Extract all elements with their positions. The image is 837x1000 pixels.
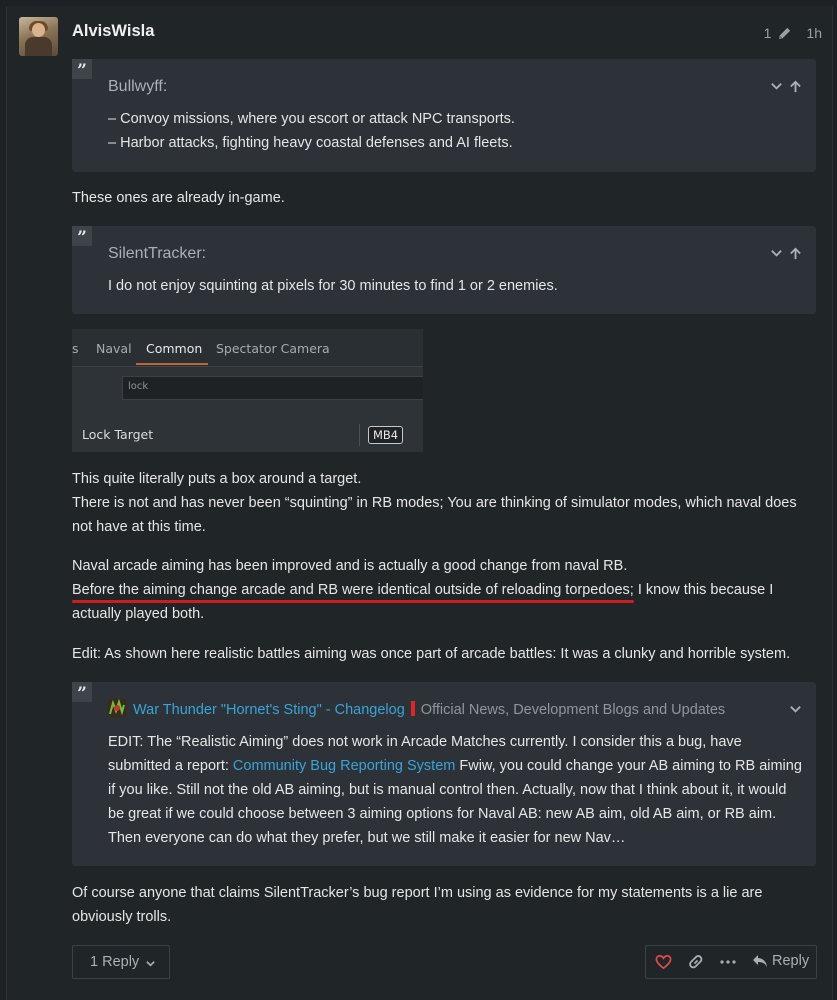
quote-line: be great if we could choose between 3 ai… — [108, 806, 777, 822]
category-badge — [410, 701, 415, 716]
show-replies-button[interactable]: 1 Reply — [72, 945, 170, 979]
link-icon[interactable] — [688, 954, 704, 970]
settings-search-field: lock — [122, 376, 423, 400]
quote-line: I do not enjoy squinting at pixels for 3… — [108, 278, 558, 294]
quote-line: if you like. Still not the old AB aiming… — [108, 782, 787, 798]
tab-spectator-camera: Spectator Camera — [216, 341, 330, 356]
reply-icon[interactable] — [752, 954, 768, 969]
embedded-screenshot[interactable]: s Naval Common Spectator Camera lock Loc… — [72, 329, 423, 452]
linked-topic-quote: ” War Thunder "Hornet's Sting" - Changel… — [72, 682, 816, 866]
quote-author[interactable]: SilentTracker: — [108, 245, 206, 263]
paragraph-line: Before the aiming change arcade and RB w… — [72, 582, 774, 598]
active-tab-indicator — [136, 363, 208, 365]
paragraph: Edit: As shown here realistic battles ai… — [72, 646, 791, 662]
quote-icon: ” — [72, 226, 92, 248]
heart-icon[interactable] — [655, 954, 672, 970]
post-age[interactable]: 1h — [806, 25, 822, 41]
post-actions: Reply — [645, 945, 817, 979]
edit-count[interactable]: 1 — [764, 25, 772, 41]
lock-target-label: Lock Target — [82, 427, 154, 442]
tab-common: Common — [146, 341, 203, 356]
paragraph-line: This quite literally puts a box around a… — [72, 471, 362, 487]
tab-naval: Naval — [96, 341, 132, 356]
topic-link[interactable]: War Thunder "Hornet's Sting" - Changelog — [133, 702, 405, 718]
more-icon[interactable] — [720, 960, 736, 964]
key-badge: MB4 — [368, 426, 404, 444]
paragraph-line: Naval arcade aiming has been improved an… — [72, 558, 628, 574]
quote-line: Then everyone can do what they prefer, b… — [108, 830, 626, 846]
chevron-down-icon[interactable] — [770, 247, 783, 260]
chevron-down-icon — [146, 961, 155, 967]
paragraph: These ones are already in-game. — [72, 190, 285, 206]
quote-author[interactable]: Bullwyff: — [108, 78, 167, 96]
quote-line: – Harbor attacks, fighting heavy coastal… — [108, 135, 513, 151]
quote-icon: ” — [72, 59, 92, 81]
category-name[interactable]: Official News, Development Blogs and Upd… — [421, 702, 725, 718]
arrow-up-icon[interactable] — [789, 80, 802, 93]
paragraph-line: not have at this time. — [72, 519, 206, 535]
paragraph-line: Of course anyone that claims SilentTrack… — [72, 885, 763, 901]
replies-label: 1 Reply — [90, 954, 140, 970]
paragraph-line: actually played both. — [72, 606, 205, 622]
user-avatar[interactable] — [19, 17, 58, 56]
arrow-up-icon[interactable] — [789, 247, 802, 260]
post-meta: 1 1h — [764, 25, 822, 41]
paragraph-line: obviously trolls. — [72, 909, 172, 925]
paragraph-line: There is not and has never been “squinti… — [72, 495, 797, 511]
bug-reporting-link[interactable]: Community Bug Reporting System — [233, 758, 455, 774]
pencil-icon[interactable] — [777, 26, 792, 41]
quote-bullwyff: ” Bullwyff: – Convoy missions, where you… — [72, 59, 816, 172]
quote-silenttracker: ” SilentTracker: I do not enjoy squintin… — [72, 226, 816, 314]
tab-partial: s — [72, 341, 79, 356]
username[interactable]: AlvisWisla — [72, 22, 154, 41]
quote-line: submitted a report: Community Bug Report… — [108, 758, 802, 774]
chevron-down-icon[interactable] — [789, 703, 802, 716]
reply-button[interactable]: Reply — [772, 953, 809, 969]
linked-topic-title[interactable]: War Thunder "Hornet's Sting" - Changelog… — [133, 701, 725, 718]
chevron-down-icon[interactable] — [770, 80, 783, 93]
quote-line: EDIT: The “Realistic Aiming” does not wo… — [108, 734, 742, 750]
category-logo-icon — [108, 699, 126, 717]
quote-icon: ” — [72, 682, 92, 704]
quote-line: – Convoy missions, where you escort or a… — [108, 111, 515, 127]
